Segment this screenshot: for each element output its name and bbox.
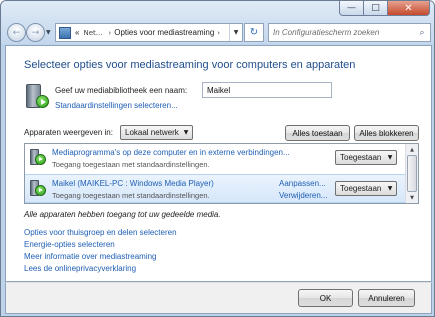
- device-permission-value: Toegestaan: [340, 184, 382, 193]
- device-permission-value: Toegestaan: [340, 153, 382, 162]
- cancel-button[interactable]: Annuleren: [358, 289, 415, 307]
- allow-all-button[interactable]: Alles toestaan: [285, 125, 350, 141]
- search-placeholder: In Configuratiescherm zoeken: [273, 28, 380, 37]
- device-permission-select[interactable]: Toegestaan ▼: [335, 181, 397, 196]
- device-status-text: Toegang toegestaan met standaardinstelli…: [52, 191, 210, 200]
- page-title: Selecteer opties voor mediastreaming voo…: [24, 59, 356, 71]
- breadcrumb-item-network[interactable]: Net...: [83, 29, 102, 37]
- refresh-icon: ↻: [249, 27, 259, 38]
- network-select[interactable]: Lokaal netwerk ▼: [120, 125, 193, 140]
- customize-device-link[interactable]: Aanpassen...: [279, 179, 326, 188]
- network-select-value: Lokaal netwerk: [125, 128, 179, 137]
- breadcrumb-separator-icon[interactable]: ›: [108, 29, 111, 37]
- access-note: Alle apparaten hebben toegang tot uw ged…: [24, 210, 221, 219]
- search-icon[interactable]: ⌕: [414, 28, 430, 38]
- device-row[interactable]: Mediaprogramma's op deze computer en in …: [25, 144, 405, 173]
- address-dropdown-icon[interactable]: ▼: [229, 24, 242, 41]
- device-row-selected[interactable]: Maikel (MAIKEL-PC : Windows Media Player…: [25, 174, 405, 203]
- recent-pages-dropdown[interactable]: ▼: [46, 29, 51, 36]
- media-device-icon: [30, 180, 46, 196]
- breadcrumb-overflow[interactable]: «: [75, 28, 79, 37]
- more-info-link[interactable]: Meer informatie over mediastreaming: [24, 251, 177, 263]
- window-controls: — □ ✕: [339, 1, 430, 16]
- control-panel-icon: [59, 26, 71, 39]
- close-button[interactable]: ✕: [388, 1, 430, 16]
- related-links: Opties voor thuisgroep en delen selecter…: [24, 227, 177, 275]
- default-settings-link[interactable]: Standaardinstellingen selecteren...: [55, 101, 178, 110]
- device-name-link[interactable]: Maikel (MAIKEL-PC : Windows Media Player…: [52, 179, 214, 188]
- device-status-text: Toegang toegestaan met standaardinstelli…: [52, 160, 210, 169]
- homegroup-options-link[interactable]: Opties voor thuisgroep en delen selecter…: [24, 227, 177, 239]
- forward-button[interactable]: →: [26, 23, 45, 42]
- address-bar[interactable]: « Net... › Opties voor mediastreaming › …: [55, 23, 243, 42]
- library-name-label: Geef uw mediabibliotheek een naam:: [55, 86, 188, 95]
- search-input[interactable]: In Configuratiescherm zoeken ⌕: [268, 23, 431, 42]
- device-list: Mediaprogramma's op deze computer en in …: [24, 143, 419, 204]
- back-button[interactable]: ←: [7, 23, 26, 42]
- media-device-icon: [30, 149, 46, 165]
- refresh-button[interactable]: ↻: [244, 23, 264, 42]
- back-arrow-icon: ←: [12, 27, 21, 38]
- media-library-icon: [26, 82, 50, 110]
- privacy-statement-link[interactable]: Lees de onlineprivacyverklaring: [24, 263, 177, 275]
- show-devices-label: Apparaten weergeven in:: [24, 128, 113, 137]
- device-list-scrollbar[interactable]: ▲ ▼: [405, 144, 418, 203]
- block-all-button[interactable]: Alles blokkeren: [354, 125, 419, 141]
- chevron-down-icon: ▼: [387, 185, 393, 192]
- scroll-up-icon[interactable]: ▲: [406, 144, 418, 155]
- breadcrumb-item-current[interactable]: Opties voor mediastreaming: [114, 28, 214, 37]
- scroll-thumb[interactable]: [407, 155, 417, 192]
- maximize-button[interactable]: □: [364, 1, 388, 16]
- breadcrumb-separator-icon[interactable]: ›: [217, 29, 220, 37]
- forward-arrow-icon: →: [31, 27, 40, 38]
- minimize-button[interactable]: —: [339, 1, 364, 16]
- power-options-link[interactable]: Energie-opties selecteren: [24, 239, 177, 251]
- device-permission-select[interactable]: Toegestaan ▼: [335, 150, 397, 165]
- chevron-down-icon: ▼: [387, 154, 393, 161]
- scroll-down-icon[interactable]: ▼: [406, 192, 418, 203]
- remove-device-link[interactable]: Verwijderen...: [279, 191, 327, 200]
- library-name-field[interactable]: [202, 82, 332, 98]
- control-panel-window: — □ ✕ ← → ▼ « Net... › Opties voor media…: [0, 0, 435, 317]
- device-name-link[interactable]: Mediaprogramma's op deze computer en in …: [52, 148, 290, 157]
- main-content: Selecteer opties voor mediastreaming voo…: [5, 45, 432, 282]
- title-bar: — □ ✕ ← → ▼ « Net... › Opties voor media…: [1, 1, 434, 44]
- ok-button[interactable]: OK: [298, 289, 353, 307]
- chevron-down-icon: ▼: [183, 129, 189, 136]
- dialog-footer: OK Annuleren: [5, 282, 432, 314]
